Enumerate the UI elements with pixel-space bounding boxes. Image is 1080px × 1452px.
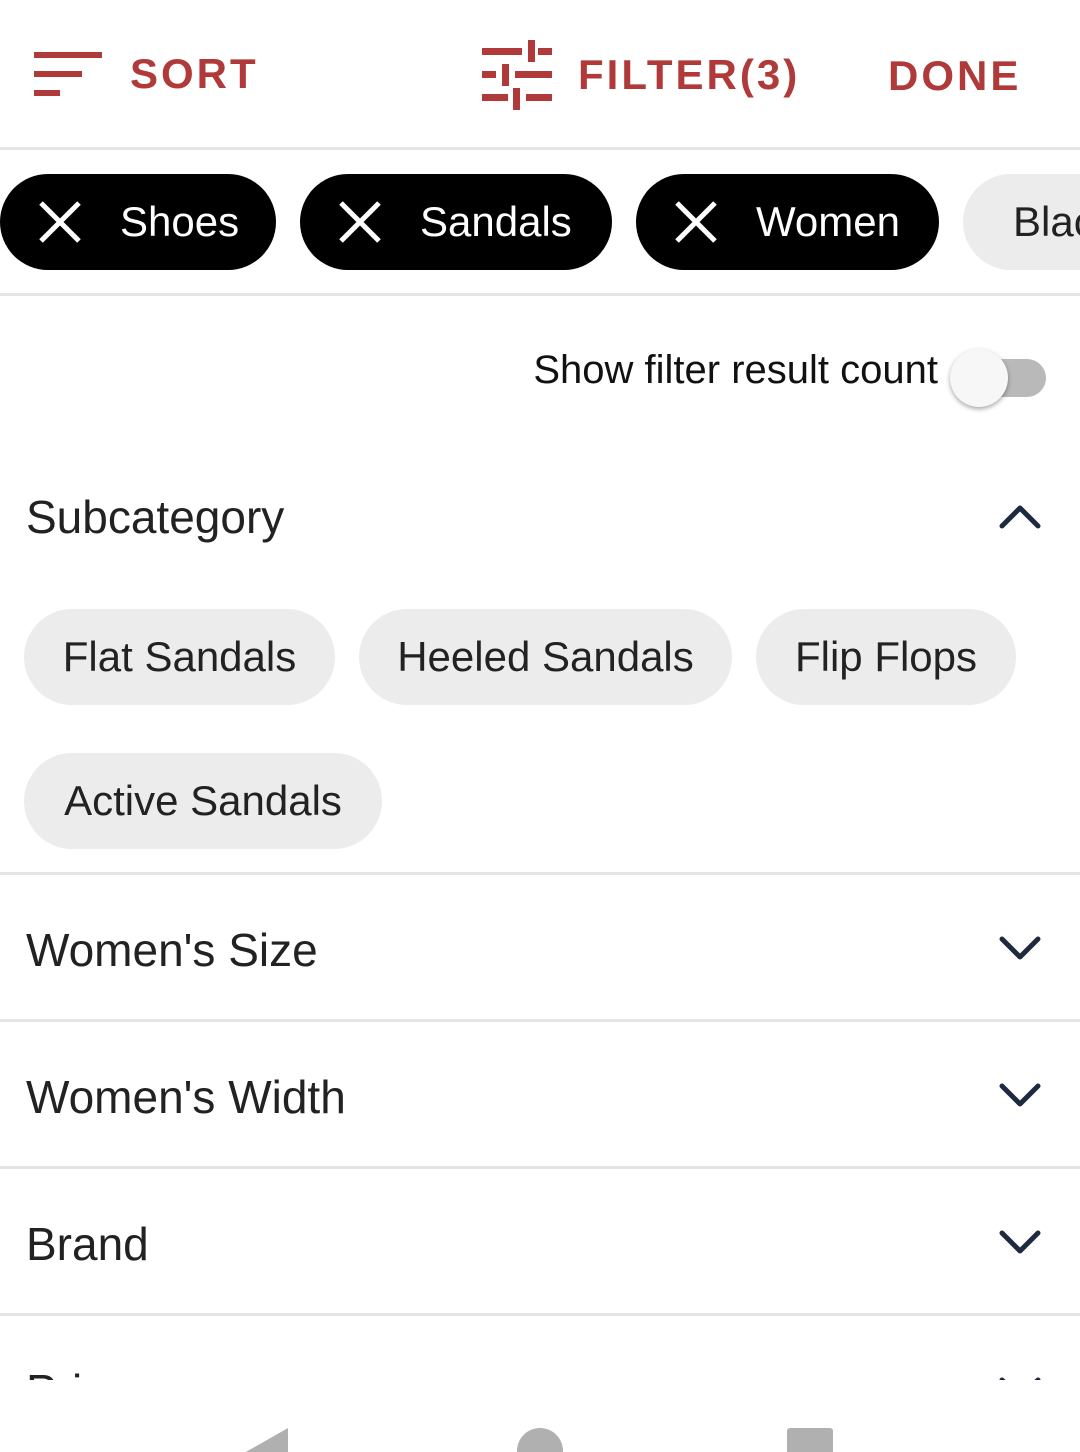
option-label: Flip Flops: [794, 633, 978, 680]
option-label: Heeled Sandals: [397, 633, 694, 680]
result-count-row: Show filter result count: [0, 330, 1080, 410]
close-icon[interactable]: [674, 200, 718, 244]
subcategory-option-flat-sandals[interactable]: Flat Sandals: [24, 609, 335, 705]
toggle-thumb: [950, 349, 1008, 407]
filter-toolbar: SORT FILTER(3) DONE: [0, 0, 1080, 150]
subcategory-option-active-sandals[interactable]: Active Sandals: [24, 753, 382, 849]
system-nav-bar: [0, 1380, 1080, 1452]
filter-screen: SORT FILTER(3) DONE Shoes Sandals Women …: [0, 0, 1080, 1452]
chevron-down-icon: [999, 1230, 1041, 1254]
option-label: Active Sandals: [64, 777, 342, 824]
sort-lines-icon: [34, 52, 102, 96]
result-count-toggle[interactable]: [950, 340, 1050, 407]
home-circle-icon[interactable]: [517, 1428, 563, 1452]
brand-header[interactable]: Brand: [0, 1169, 1080, 1315]
filter-label: FILTER(3): [578, 51, 801, 98]
womens-size-header[interactable]: Women's Size: [0, 875, 1080, 1021]
done-label: DONE: [888, 52, 1022, 99]
subcategory-option-flip-flops[interactable]: Flip Flops: [756, 609, 1016, 705]
chevron-down-icon: [999, 1083, 1041, 1107]
result-count-label: Show filter result count: [533, 348, 938, 392]
filter-button[interactable]: FILTER(3): [482, 40, 800, 110]
subcategory-title: Subcategory: [26, 491, 285, 543]
womens-width-title: Women's Width: [26, 1071, 346, 1123]
chip-label: Blac: [1013, 198, 1080, 245]
recents-square-icon[interactable]: [787, 1428, 833, 1452]
brand-title: Brand: [26, 1218, 149, 1270]
filter-chip-black[interactable]: Blac: [963, 174, 1080, 270]
chip-label: Women: [756, 198, 900, 245]
chevron-down-icon: [999, 936, 1041, 960]
chip-label: Shoes: [120, 198, 240, 245]
active-filter-chips: Shoes Sandals Women Blac: [0, 152, 1080, 296]
sort-button[interactable]: SORT: [34, 50, 259, 98]
chip-label: Sandals: [420, 198, 572, 245]
chevron-up-icon: [999, 505, 1041, 529]
womens-width-header[interactable]: Women's Width: [0, 1022, 1080, 1168]
sort-label: SORT: [130, 50, 259, 97]
done-button[interactable]: DONE: [888, 52, 1021, 100]
womens-size-title: Women's Size: [26, 924, 318, 976]
option-label: Flat Sandals: [62, 633, 297, 680]
sliders-icon: [482, 40, 552, 110]
close-icon[interactable]: [38, 200, 82, 244]
close-icon[interactable]: [338, 200, 382, 244]
active-filter-chip-women[interactable]: Women: [636, 174, 939, 270]
active-filter-chip-sandals[interactable]: Sandals: [300, 174, 612, 270]
back-triangle-icon[interactable]: [244, 1428, 290, 1452]
price-title: Price: [26, 1364, 131, 1380]
price-header[interactable]: Price: [0, 1316, 1080, 1380]
subcategory-header[interactable]: Subcategory: [0, 470, 1080, 560]
subcategory-option-heeled-sandals[interactable]: Heeled Sandals: [359, 609, 732, 705]
active-filter-chip-shoes[interactable]: Shoes: [0, 174, 276, 270]
